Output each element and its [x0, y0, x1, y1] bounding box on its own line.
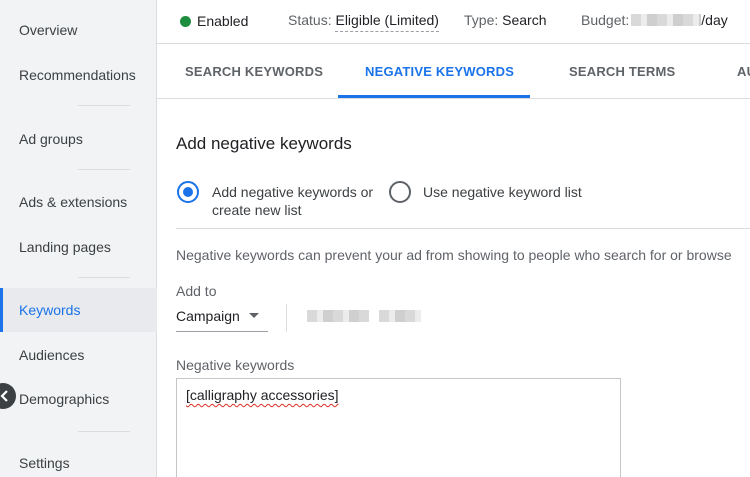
negative-keywords-description: Negative keywords can prevent your ad fr… [176, 247, 732, 263]
sidebar-item-recommendations[interactable]: Recommendations [0, 53, 157, 97]
negative-keywords-textarea[interactable]: [calligraphy accessories] [176, 378, 621, 477]
sidebar-item-demographics[interactable]: Demographics [0, 377, 157, 421]
campaign-name-redacted [307, 309, 422, 327]
sidebar-item-keywords[interactable]: Keywords [0, 288, 157, 332]
tab-search-keywords[interactable]: SEARCH KEYWORDS [185, 44, 323, 99]
tab-auction-insights[interactable]: AU [737, 44, 750, 99]
sidebar-item-ads-extensions[interactable]: Ads & extensions [0, 180, 157, 224]
tab-negative-keywords[interactable]: NEGATIVE KEYWORDS [365, 44, 514, 99]
radio-use-negative-keyword-list-label[interactable]: Use negative keyword list [423, 183, 582, 201]
campaign-status-bar: Enabled Status: Eligible (Limited) Type:… [157, 0, 750, 44]
sidebar-item-settings[interactable]: Settings [0, 441, 157, 477]
type-prefix: Type: [464, 12, 499, 28]
radio-add-negative-keywords-label[interactable]: Add negative keywords or create new list [212, 183, 373, 219]
sidebar-item-overview[interactable]: Overview [0, 8, 157, 52]
enabled-status[interactable]: Enabled [180, 13, 248, 29]
radio-label-line1: Add negative keywords or [212, 184, 374, 200]
enabled-dot-icon [180, 15, 191, 27]
radio-use-negative-keyword-list[interactable] [389, 181, 411, 203]
sidebar-divider [78, 105, 130, 106]
dropdown-arrow-icon [248, 313, 259, 318]
budget-redacted-value [631, 14, 702, 26]
sidebar: Overview Recommendations Ad groups Ads &… [0, 0, 157, 477]
chevron-left-icon [0, 390, 8, 402]
sidebar-item-label: Settings [19, 455, 70, 471]
status-value[interactable]: Eligible (Limited) [335, 12, 439, 32]
negative-keywords-label: Negative keywords [176, 357, 295, 373]
sidebar-item-label: Ad groups [19, 131, 83, 147]
tab-search-terms[interactable]: SEARCH TERMS [569, 44, 675, 99]
add-to-select[interactable]: Campaign [176, 300, 268, 332]
sidebar-item-audiences[interactable]: Audiences [0, 333, 157, 377]
sidebar-item-label: Ads & extensions [19, 194, 128, 210]
type-value: Search [502, 12, 547, 28]
sidebar-item-label: Audiences [19, 347, 85, 363]
budget-info: Budget: /day [581, 12, 728, 28]
add-to-selected-value: Campaign [176, 307, 240, 324]
page-title: Add negative keywords [176, 134, 352, 153]
add-to-label: Add to [176, 283, 217, 299]
keyword-tabs: SEARCH KEYWORDS NEGATIVE KEYWORDS SEARCH… [157, 44, 750, 99]
section-divider [176, 228, 750, 229]
sidebar-item-label: Overview [19, 22, 78, 38]
sidebar-divider [78, 169, 130, 170]
enabled-label: Enabled [197, 13, 249, 29]
sidebar-item-label: Landing pages [19, 239, 111, 255]
sidebar-item-label: Recommendations [19, 67, 136, 83]
radio-add-negative-keywords[interactable] [177, 181, 199, 203]
status-info: Status: Eligible (Limited) [288, 12, 439, 32]
radio-label-line2: create new list [212, 202, 302, 218]
sidebar-item-landing-pages[interactable]: Landing pages [0, 225, 157, 269]
sidebar-divider [78, 277, 130, 278]
sidebar-item-ad-groups[interactable]: Ad groups [0, 117, 157, 161]
budget-prefix: Budget: [581, 12, 630, 28]
active-tab-indicator [338, 95, 530, 98]
sidebar-item-label: Keywords [19, 302, 81, 318]
budget-suffix: /day [701, 12, 728, 28]
sidebar-divider [78, 431, 130, 432]
status-prefix: Status: [288, 12, 332, 28]
vertical-divider [286, 304, 287, 332]
sidebar-item-label: Demographics [19, 391, 110, 407]
type-info: Type: Search [464, 12, 547, 28]
